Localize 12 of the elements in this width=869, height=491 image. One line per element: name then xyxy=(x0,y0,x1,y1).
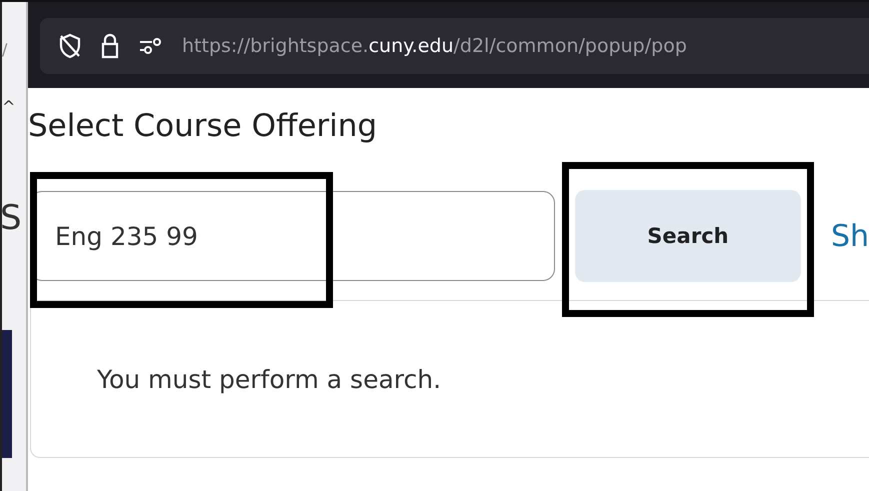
settings-icon[interactable] xyxy=(138,37,164,55)
page-fragment: ^ xyxy=(2,97,16,116)
page-fragment: / xyxy=(2,40,8,59)
lock-icon[interactable] xyxy=(100,33,120,59)
url-field[interactable]: https://brightspace.cuny.edu/d2l/common/popup/pop xyxy=(40,18,869,74)
shield-icon[interactable] xyxy=(58,33,82,59)
url-text: https://brightspace.cuny.edu/d2l/common/popup/pop xyxy=(182,35,687,57)
page-fragment: S xyxy=(2,198,23,238)
empty-message: You must perform a search. xyxy=(97,364,442,394)
dialog-title: Select Course Offering xyxy=(28,107,378,146)
search-button[interactable]: Search xyxy=(574,190,801,282)
link[interactable]: Sh xyxy=(830,218,869,254)
